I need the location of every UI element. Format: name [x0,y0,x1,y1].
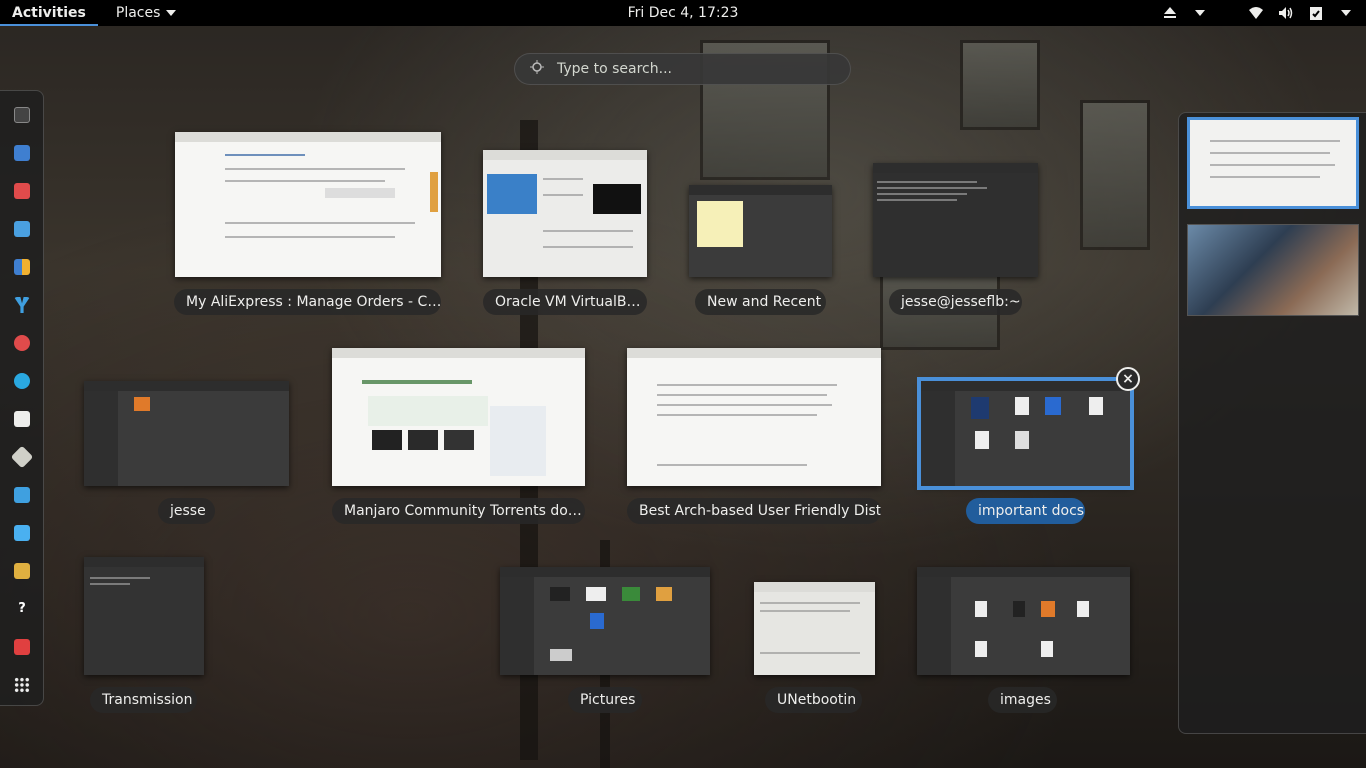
window-thumbnail[interactable] [483,150,647,277]
skype-icon[interactable] [14,373,30,389]
places-menu[interactable]: Places [116,5,177,21]
clipboard-check-icon[interactable] [1308,5,1324,21]
window-title[interactable]: Oracle VM VirtualB… [483,289,647,315]
inkscape-icon[interactable] [10,445,34,469]
activities-button[interactable]: Activities [0,0,98,26]
background-window [1080,100,1150,250]
workspace-thumbnail-2[interactable] [1187,224,1359,316]
chevron-down-icon[interactable] [1192,5,1208,21]
window-thumbnail[interactable] [689,185,832,277]
eject-icon[interactable] [1162,5,1178,21]
window-thumbnail[interactable] [627,348,881,486]
close-icon[interactable]: × [1116,367,1140,391]
calculator-icon[interactable] [14,259,30,275]
window-title[interactable]: Pictures [568,687,642,713]
window-thumbnail[interactable] [873,163,1038,277]
app-grid-icon[interactable] [14,677,30,693]
workspace-thumbnail-1[interactable] [1187,117,1359,209]
workspace-switcher [1178,112,1366,734]
window-thumbnail[interactable] [754,582,875,675]
software-icon[interactable] [14,639,30,655]
window-title[interactable]: jesse@jesseflb:~ [889,289,1022,315]
window-thumbnail[interactable] [175,132,441,277]
window-title[interactable]: important docs [966,498,1085,524]
window-title[interactable]: Manjaro Community Torrents do… [332,498,585,524]
top-bar: Activities Places Fri Dec 4, 17:23 [0,0,1366,26]
search-field[interactable]: Type to search... [514,53,851,85]
image-viewer-icon[interactable] [14,487,30,503]
wifi-icon[interactable] [1248,5,1264,21]
chevron-down-icon [166,10,177,16]
window-title[interactable]: jesse [158,498,215,524]
window-title[interactable]: Transmission [90,687,197,713]
places-label: Places [115,5,161,21]
yakuake-icon[interactable] [14,297,30,313]
search-placeholder: Type to search... [557,61,672,77]
help-icon[interactable]: ? [14,601,30,617]
system-tray [1162,0,1354,26]
finder-icon[interactable] [14,145,30,161]
window-thumbnail[interactable] [332,348,585,486]
background-window [960,40,1040,130]
window-thumbnail[interactable] [84,557,204,675]
files-icon[interactable] [14,563,30,579]
volume-icon[interactable] [1278,5,1294,21]
music-icon[interactable] [14,183,30,199]
window-title[interactable]: UNetbootin [765,687,862,713]
window-title[interactable]: images [988,687,1057,713]
text-editor-icon[interactable] [14,221,30,237]
window-thumbnail[interactable] [84,381,289,486]
dash: ? [0,90,44,706]
chevron-down-icon[interactable] [1338,5,1354,21]
window-title[interactable]: Best Arch-based User Friendly Dist… [627,498,881,524]
window-title[interactable]: My AliExpress : Manage Orders - C… [174,289,441,315]
document-viewer-icon[interactable] [14,525,30,541]
terminal-icon[interactable] [14,107,30,123]
book-reader-icon[interactable] [14,411,30,427]
chromium-icon[interactable] [14,335,30,351]
window-thumbnail[interactable] [500,567,710,675]
clock-label[interactable]: Fri Dec 4, 17:23 [628,5,739,21]
window-title[interactable]: New and Recent [695,289,826,315]
window-thumbnail[interactable] [917,567,1130,675]
search-icon [529,59,545,79]
window-thumbnail-selected[interactable] [917,377,1134,490]
